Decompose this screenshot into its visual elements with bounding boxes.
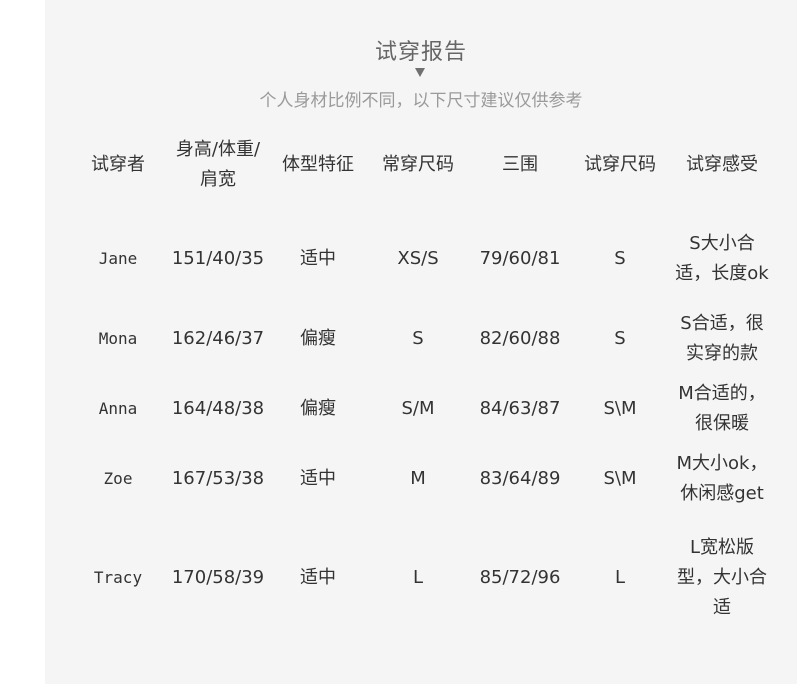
- column-header: 试穿感受: [686, 154, 758, 175]
- table-cell-body-type: 适中: [300, 567, 336, 588]
- table-cell-feedback: S合适，很实穿的款: [680, 313, 764, 364]
- table-cell-usual-size: S: [412, 328, 424, 349]
- table-cell-hwb: 151/40/35: [171, 248, 265, 269]
- column-header: 体型特征: [282, 154, 354, 175]
- table-cell-name: Anna: [98, 399, 138, 418]
- table-cell-feedback: M合适的，很保暖: [678, 383, 766, 434]
- fitting-report-panel: 试穿报告 个人身材比例不同，以下尺寸建议仅供参考 试穿者 身高/体重/肩宽 体型特征…: [45, 0, 797, 684]
- table-cell-measurements: 84/63/87: [479, 398, 561, 419]
- table-cell-measurements: 83/64/89: [479, 468, 561, 489]
- report-title: 试穿报告: [374, 40, 467, 65]
- report-subtitle: 个人身材比例不同，以下尺寸建议仅供参考: [259, 91, 583, 111]
- table-cell-tried-size: L: [614, 567, 626, 588]
- down-arrow-icon: [415, 68, 425, 77]
- column-header: 身高/体重/肩宽: [175, 139, 261, 190]
- table-cell-measurements: 79/60/81: [479, 248, 561, 269]
- table-cell-feedback: L宽松版型，大小合适: [677, 537, 767, 618]
- table-cell-body-type: 偏瘦: [300, 398, 336, 419]
- table-cell-hwb: 162/46/37: [171, 328, 265, 349]
- column-header: 试穿尺码: [584, 154, 656, 175]
- table-cell-hwb: 167/53/38: [171, 468, 265, 489]
- table-cell-name: Mona: [98, 329, 138, 348]
- table-cell-body-type: 偏瘦: [300, 328, 336, 349]
- table-cell-tried-size: S\M: [603, 468, 637, 489]
- table-cell-body-type: 适中: [300, 468, 336, 489]
- table-cell-usual-size: S/M: [401, 398, 435, 419]
- table-cell-tried-size: S: [614, 248, 626, 269]
- table-cell-hwb: 170/58/39: [171, 567, 265, 588]
- table-cell-usual-size: L: [412, 567, 424, 588]
- table-cell-hwb: 164/48/38: [171, 398, 265, 419]
- table-cell-name: Tracy: [93, 568, 143, 587]
- table-cell-feedback: S大小合适，长度ok: [675, 233, 769, 284]
- column-header: 常穿尺码: [382, 154, 454, 175]
- column-header: 试穿者: [91, 154, 145, 175]
- table-cell-usual-size: XS/S: [397, 248, 439, 269]
- table-cell-tried-size: S\M: [603, 398, 637, 419]
- table-cell-measurements: 82/60/88: [479, 328, 561, 349]
- table-cell-tried-size: S: [614, 328, 626, 349]
- table-cell-body-type: 适中: [300, 248, 336, 269]
- table-cell-name: Jane: [98, 249, 138, 268]
- table-cell-name: Zoe: [103, 469, 133, 488]
- table-cell-usual-size: M: [410, 468, 426, 489]
- column-header: 三围: [502, 154, 538, 175]
- table-cell-feedback: M大小ok，休闲感get: [676, 453, 768, 504]
- table-cell-measurements: 85/72/96: [479, 567, 561, 588]
